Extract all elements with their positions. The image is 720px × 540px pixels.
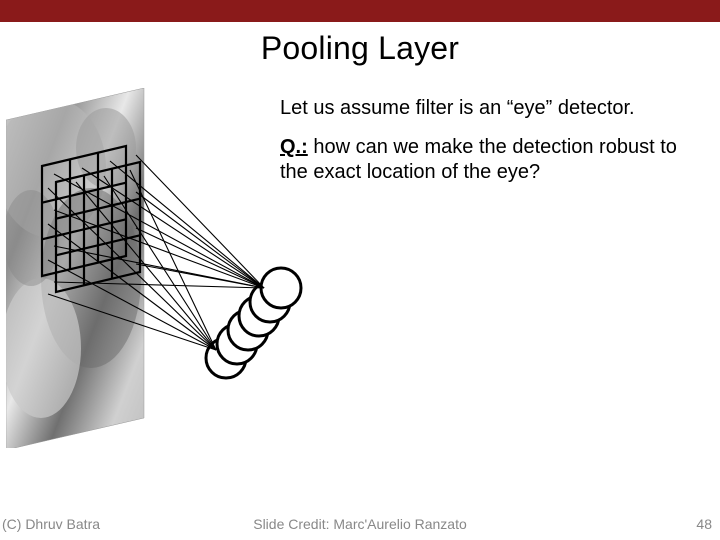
body-text: Let us assume filter is an “eye” detecto… xyxy=(280,96,710,199)
top-accent-bar xyxy=(0,0,720,22)
body-question: Q.: how can we make the detection robust… xyxy=(280,135,710,185)
question-text: how can we make the detection robust to … xyxy=(280,136,677,183)
body-line-1: Let us assume filter is an “eye” detecto… xyxy=(280,96,710,121)
pooling-diagram xyxy=(6,88,316,448)
slide-title: Pooling Layer xyxy=(0,30,720,67)
slide-number: 48 xyxy=(696,516,712,532)
footer-left: (C) Dhruv Batra xyxy=(2,516,100,532)
footer-credit: Slide Credit: Marc'Aurelio Ranzato xyxy=(253,516,467,532)
